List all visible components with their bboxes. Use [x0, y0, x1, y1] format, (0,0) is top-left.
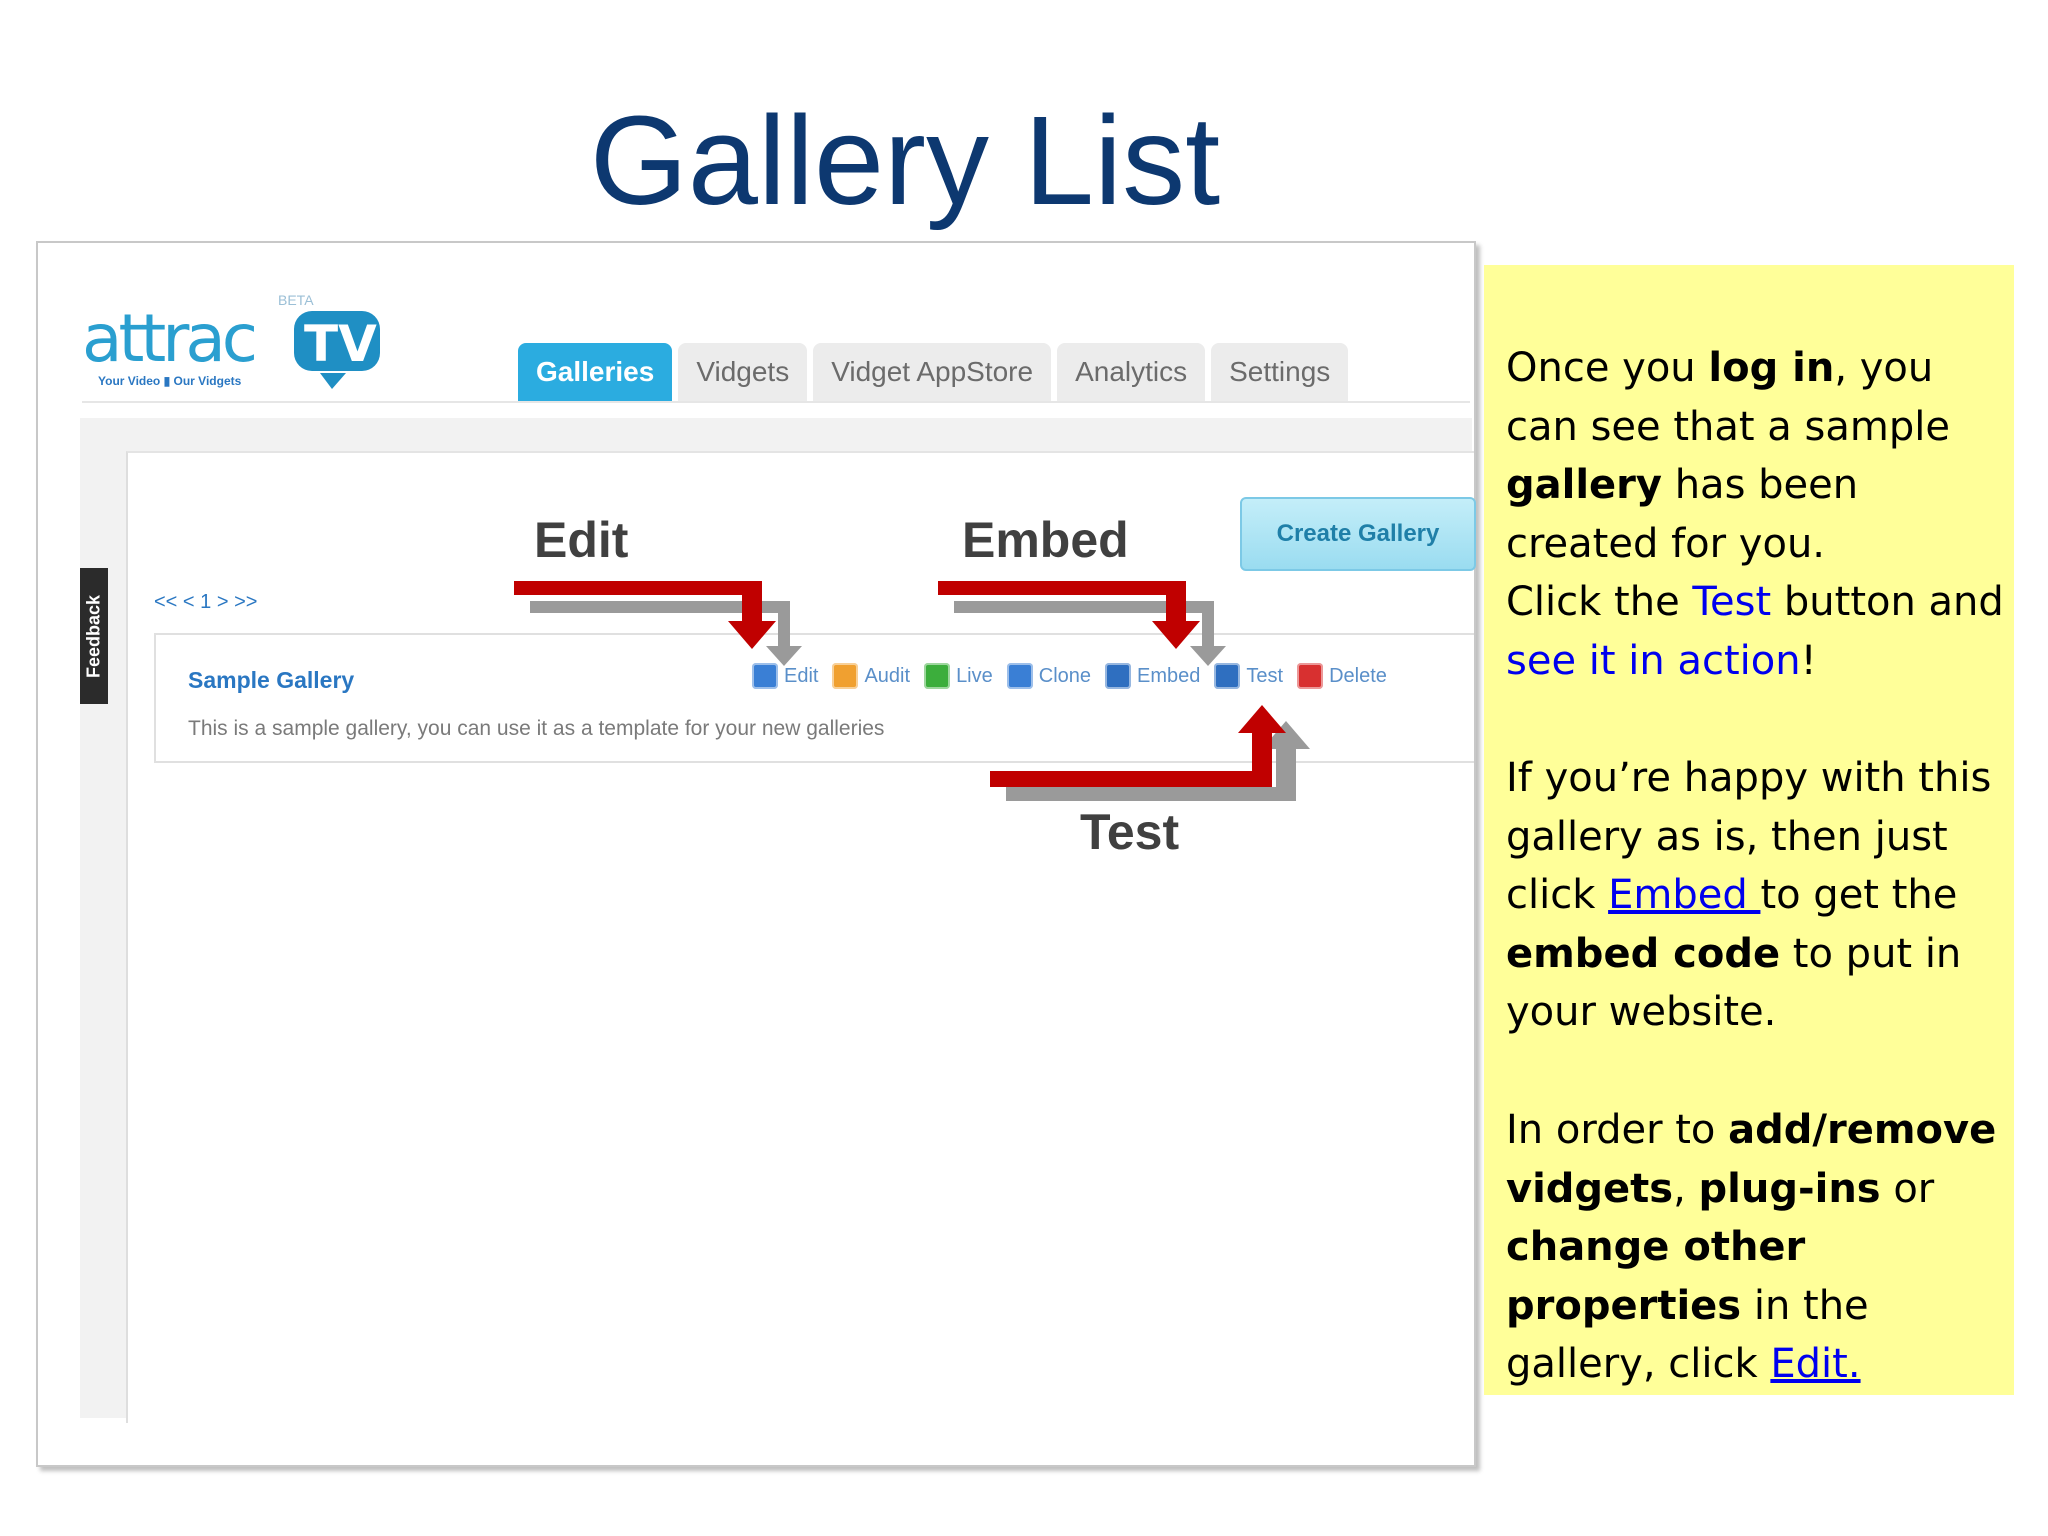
note-bold: embed code	[1506, 930, 1781, 977]
note-text: to get the	[1760, 872, 1958, 919]
note-text: or	[1880, 1165, 1935, 1212]
note-bold: plug-ins	[1698, 1165, 1881, 1212]
note-text: Click the	[1506, 579, 1693, 626]
test-arrow-icon	[990, 705, 1310, 801]
note-paragraph-edit: In order to add/remove vidgets, plug-ins…	[1506, 1101, 2006, 1394]
note-action-highlight: see it in action	[1506, 637, 1801, 684]
note-text: Once you	[1506, 345, 1709, 391]
note-bold: gallery	[1506, 462, 1662, 509]
embed-arrow-icon	[938, 581, 1226, 666]
embed-link[interactable]: Embed	[1608, 872, 1760, 918]
page-title: Gallery List	[589, 90, 1221, 231]
note-paragraph-login: Once you log in, you can see that a samp…	[1506, 339, 2006, 691]
note-text: button and	[1771, 579, 2004, 626]
note-text: In order to	[1506, 1107, 1729, 1153]
edit-link[interactable]: Edit.	[1770, 1341, 1860, 1387]
note-test-highlight: Test	[1692, 579, 1772, 626]
instructions-note: Once you log in, you can see that a samp…	[1484, 265, 2014, 1395]
edit-arrow-icon	[514, 581, 802, 666]
note-text: !	[1800, 637, 1817, 684]
annotation-arrows	[514, 581, 1310, 801]
app-screenshot: attrac TV BETA Your Video ▮ Our Vidgets …	[36, 241, 1476, 1467]
note-bold: log in	[1708, 345, 1835, 391]
note-text: ,	[1673, 1165, 1699, 1212]
note-paragraph-embed: If you’re happy with this gallery as is,…	[1506, 749, 2006, 1042]
